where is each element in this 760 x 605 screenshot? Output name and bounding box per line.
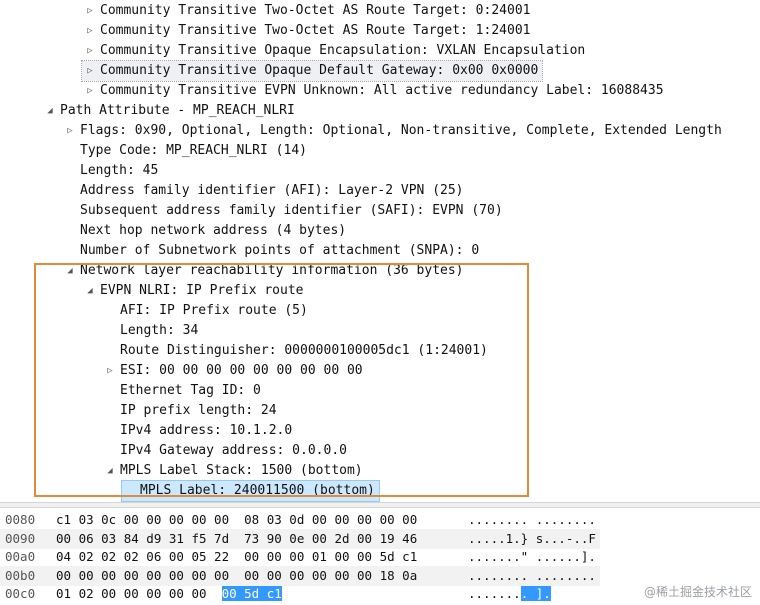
tree-row-label: Number of Subnetwork points of attachmen… (80, 243, 480, 258)
expand-arrow-icon[interactable]: ▷ (84, 61, 96, 81)
hex-ascii-selected: . ]. (520, 586, 551, 602)
watermark: @稀土掘金技术社区 (643, 585, 752, 599)
hex-row[interactable]: 00c0 01 02 00 00 00 00 00 00 5d c1.......… (0, 584, 600, 604)
hex-bytes: 00 00 00 00 00 00 00 00 00 00 00 00 00 0… (56, 567, 418, 583)
expand-arrow-icon[interactable]: ▷ (84, 1, 96, 21)
tree-row-label: Type Code: MP_REACH_NLRI (14) (80, 143, 307, 158)
hex-ascii: ......." ......]. (468, 549, 596, 565)
hex-row[interactable]: 0090 00 06 03 84 d9 31 f5 7d 73 90 0e 00 … (0, 528, 600, 549)
tree-row-label: Community Transitive Opaque Default Gate… (100, 63, 539, 78)
hex-row[interactable]: 00b0 00 00 00 00 00 00 00 00 00 00 00 00 … (0, 565, 600, 586)
highlight-box (34, 263, 529, 497)
tree-row[interactable]: ▷ Community Transitive Opaque Default Gat… (80, 60, 544, 82)
tree-row-label: Flags: 0x90, Optional, Length: Optional,… (80, 123, 722, 138)
tree-row-label: Address family identifier (AFI): Layer-2… (80, 183, 464, 198)
expand-arrow-icon[interactable]: ▷ (64, 121, 76, 141)
hex-row[interactable]: 0080 c1 03 0c 00 00 00 00 00 08 03 0d 00 … (0, 510, 600, 530)
tree-row-label: Length: 45 (80, 163, 159, 178)
tree-row-label: Community Transitive Opaque Encapsulatio… (100, 43, 586, 58)
hex-ascii: ........ ........ (468, 512, 596, 527)
expand-arrow-icon[interactable]: ▷ (84, 21, 96, 41)
hex-offset: 0080 (5, 512, 36, 527)
tree-row-label: Next hop network address (4 bytes) (80, 223, 347, 238)
tree-row-label: Community Transitive Two-Octet AS Route … (100, 23, 531, 38)
tree-row-label: Subsequent address family identifier (SA… (80, 203, 503, 218)
hex-offset: 00a0 (5, 549, 36, 565)
hex-offset: 00c0 (5, 586, 36, 602)
hex-bytes: 00 06 03 84 d9 31 f5 7d 73 90 0e 00 2d 0… (56, 530, 418, 546)
hex-bytes: c1 03 0c 00 00 00 00 00 08 03 0d 00 00 0… (56, 512, 418, 527)
expand-arrow-icon[interactable]: ▷ (84, 81, 96, 101)
hex-offset: 00b0 (5, 567, 36, 583)
expand-arrow-icon[interactable]: ▷ (84, 41, 96, 61)
tree-row-label: Path Attribute - MP_REACH_NLRI (60, 103, 295, 118)
hex-bytes: 04 02 02 02 06 00 05 22 00 00 00 01 00 0… (56, 549, 418, 565)
hex-ascii-plain: ....... (468, 586, 521, 602)
collapse-arrow-icon[interactable]: ◢ (44, 101, 56, 121)
hex-ascii: ........ ]. (468, 584, 551, 604)
hex-bytes: 01 02 00 00 00 00 00 00 5d c1 (56, 584, 282, 604)
hex-ascii: ........ ........ (468, 567, 596, 583)
hex-ascii: .....1.} s...-..F (468, 530, 596, 546)
tree-row-label: Community Transitive Two-Octet AS Route … (100, 3, 531, 18)
hex-row[interactable]: 00a0 04 02 02 02 06 00 05 22 00 00 00 01 … (0, 547, 600, 567)
hex-bytes-selected: 00 5d c1 (221, 586, 282, 602)
hex-offset: 0090 (5, 530, 36, 546)
tree-row-label: Community Transitive EVPN Unknown: All a… (100, 83, 664, 98)
hex-bytes-plain: 01 02 00 00 00 00 00 (56, 586, 215, 602)
